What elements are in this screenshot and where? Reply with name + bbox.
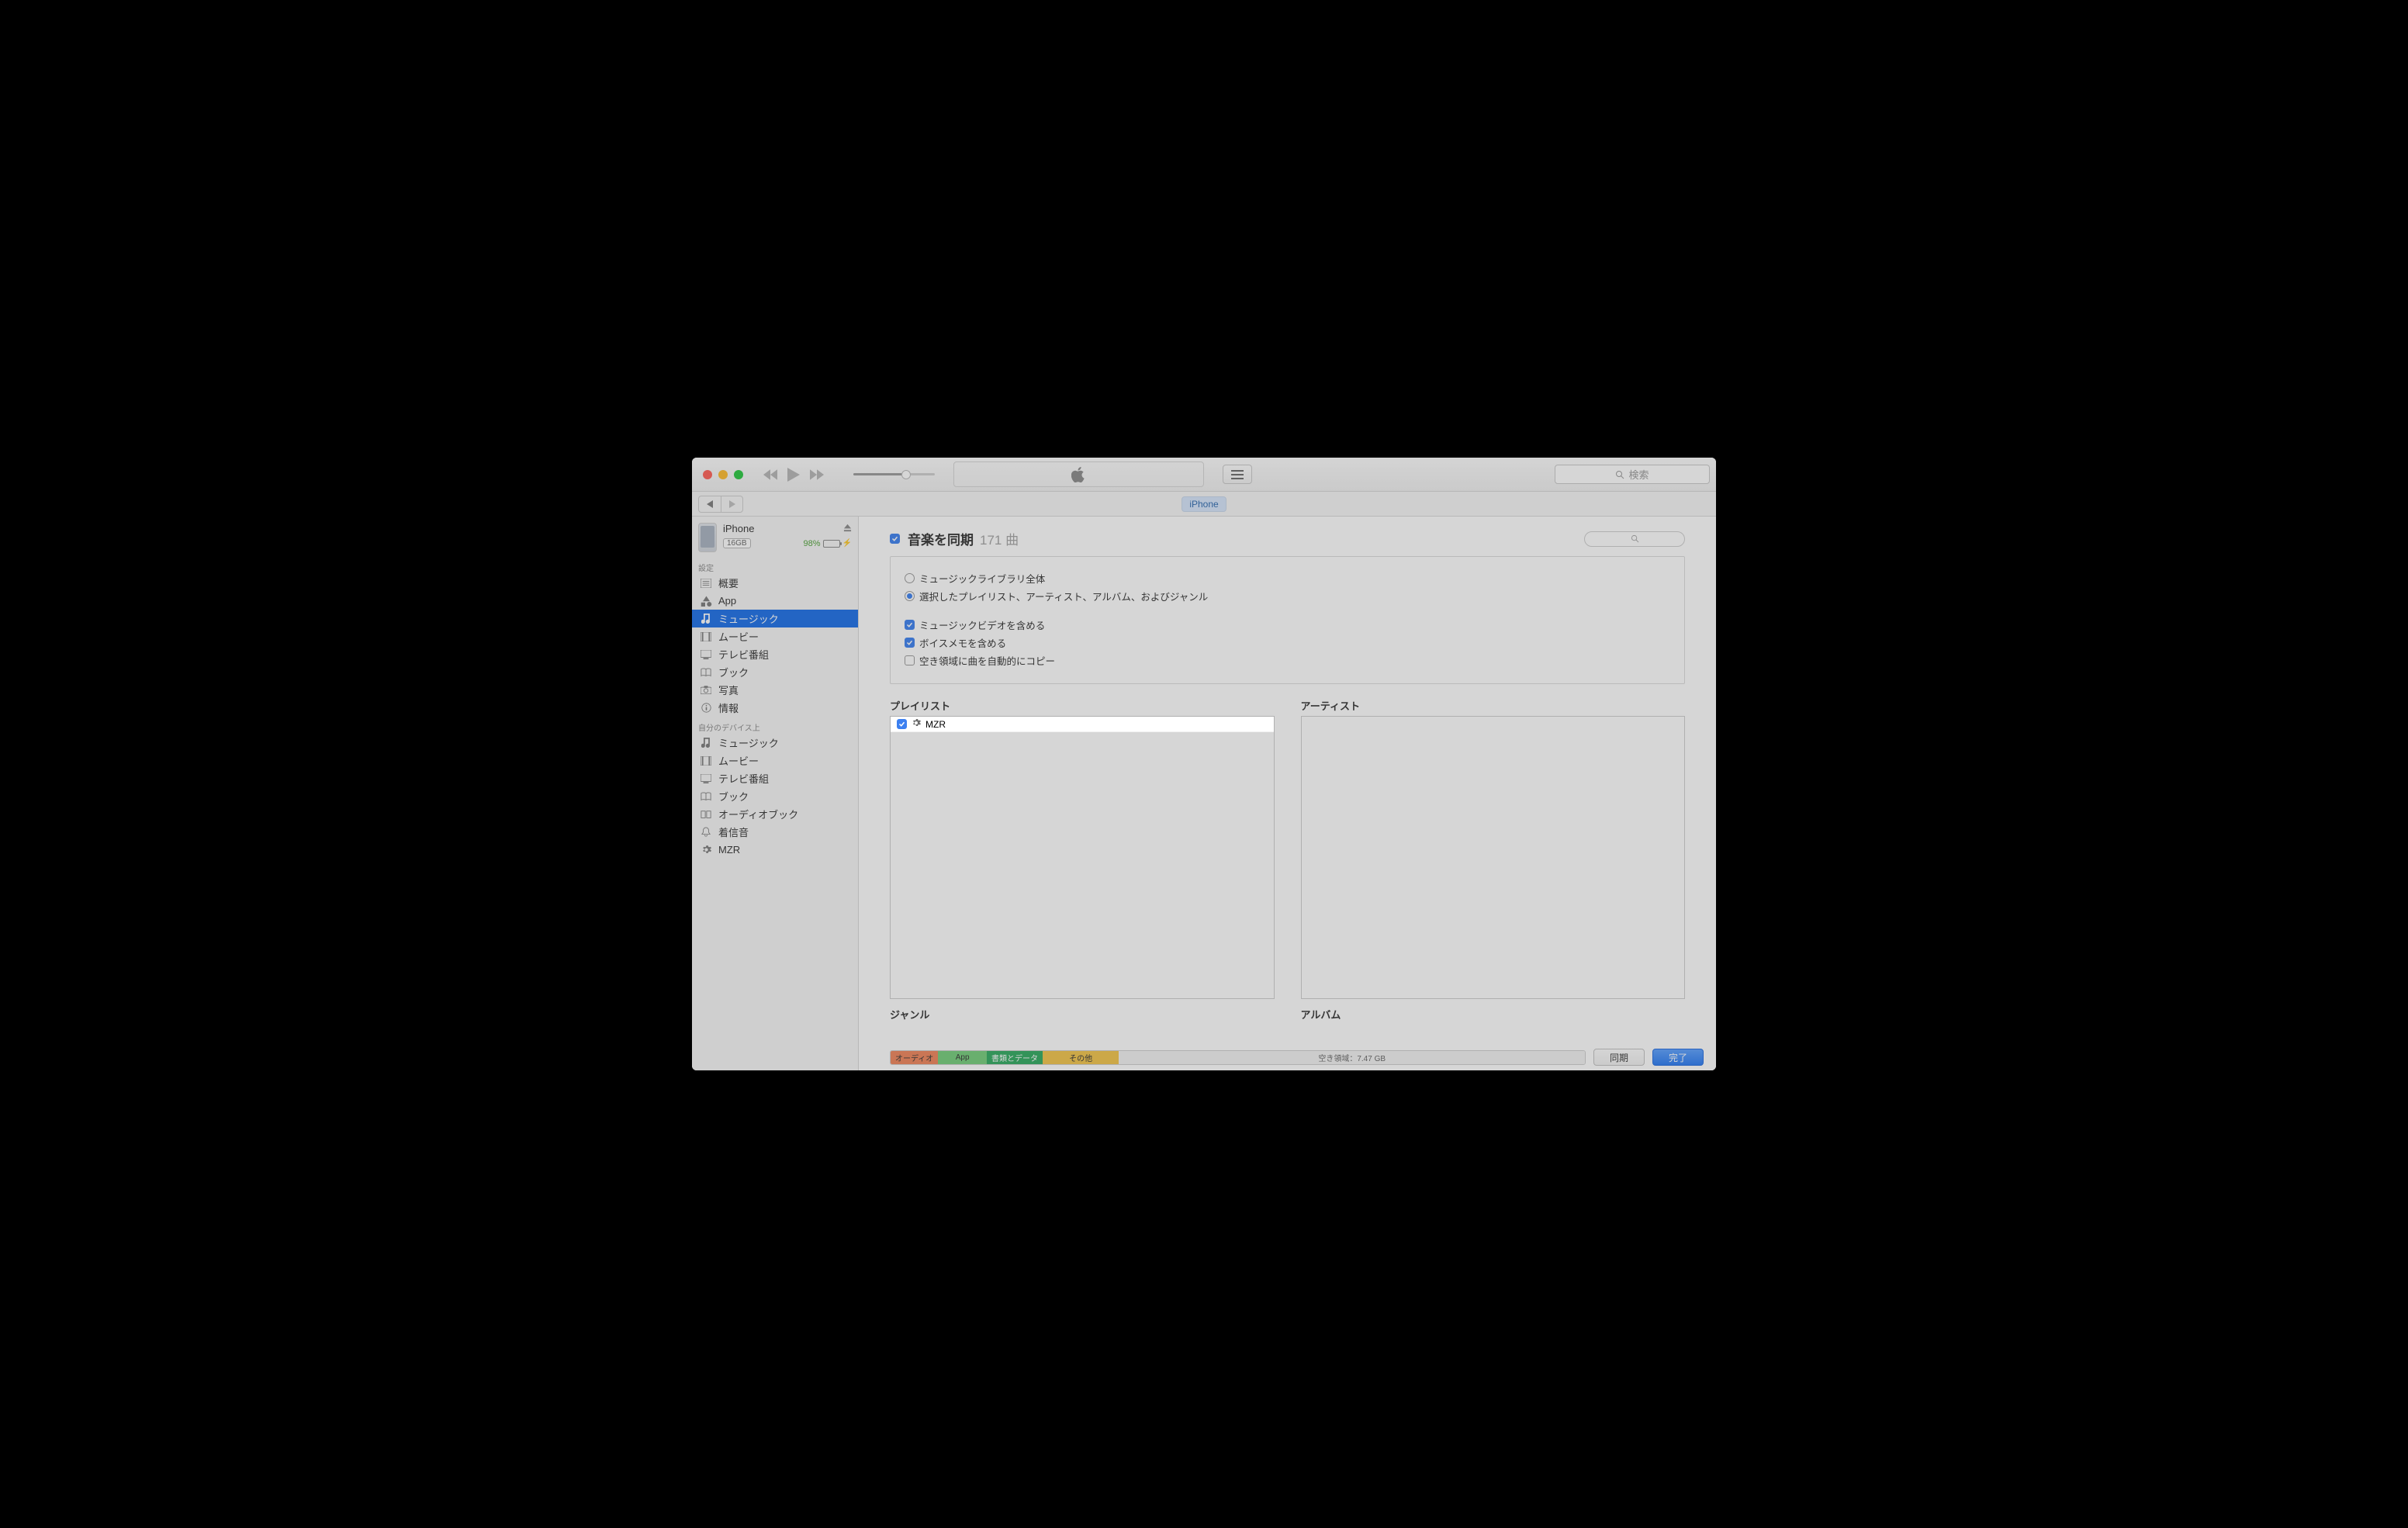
sidebar-item-tv[interactable]: テレビ番組 <box>692 645 858 663</box>
apps-icon <box>700 595 712 607</box>
app-window: 検索 iPhone iPhone <box>692 458 1716 1070</box>
sidebar-item-books[interactable]: ブック <box>692 663 858 681</box>
page-title: 音楽を同期171 曲 <box>908 529 1019 548</box>
sidebar-item-photos[interactable]: 写真 <box>692 681 858 699</box>
charging-icon: ⚡ <box>842 539 852 548</box>
next-track-icon[interactable] <box>810 469 824 480</box>
traffic-lights <box>703 470 743 479</box>
sidebar: iPhone 16GB 98% ⚡ <box>692 517 859 1070</box>
previous-track-icon[interactable] <box>763 469 777 480</box>
lcd-display <box>953 462 1204 487</box>
artists-heading: アーティスト <box>1301 698 1686 713</box>
check-include-music-video[interactable]: ミュージックビデオを含める <box>905 617 1670 632</box>
sidebar-item-od-mzr[interactable]: MZR <box>692 841 858 859</box>
device-thumbnail-icon <box>698 523 717 552</box>
minimize-window-button[interactable] <box>718 470 728 479</box>
smart-playlist-icon <box>700 844 712 856</box>
content-pane: 音楽を同期171 曲 ミュージックライブラリ全体 選択したプレイリスト、アーティ… <box>859 517 1716 1070</box>
music-icon <box>700 737 712 749</box>
playlist-row[interactable]: MZR <box>891 717 1274 732</box>
info-icon <box>700 702 712 714</box>
tv-icon <box>700 773 712 785</box>
device-name: iPhone <box>723 523 754 534</box>
albums-heading: アルバム <box>1301 1007 1686 1022</box>
device-summary: iPhone 16GB 98% ⚡ <box>692 520 858 557</box>
sidebar-item-od-audiobooks[interactable]: オーディオブック <box>692 805 858 823</box>
sync-button[interactable]: 同期 <box>1593 1049 1645 1066</box>
artists-panel: アーティスト <box>1301 692 1686 999</box>
audiobook-icon <box>700 808 712 821</box>
genres-heading: ジャンル <box>890 1007 1275 1022</box>
sidebar-item-od-books[interactable]: ブック <box>692 787 858 805</box>
playlists-list[interactable]: MZR <box>890 716 1275 999</box>
capacity-seg-apps: App <box>938 1051 987 1064</box>
maximize-window-button[interactable] <box>734 470 743 479</box>
movie-icon <box>700 755 712 767</box>
content-search[interactable] <box>1584 531 1685 547</box>
battery-status: 98% ⚡ <box>804 539 852 548</box>
device-tab[interactable]: iPhone <box>1182 496 1226 512</box>
sidebar-item-od-music[interactable]: ミュージック <box>692 734 858 752</box>
eject-icon[interactable] <box>843 523 852 534</box>
sidebar-header-settings: 設定 <box>698 562 858 573</box>
capacity-bar: オーディオ App 書類とデータ その他 空き領域：7.47 GB <box>890 1050 1586 1065</box>
check-autofill-free-space[interactable]: 空き領域に曲を自動的にコピー <box>905 653 1670 668</box>
volume-slider[interactable] <box>853 473 935 475</box>
playlist-name: MZR <box>925 719 946 730</box>
nav-arrows <box>698 496 743 513</box>
tv-icon <box>700 648 712 661</box>
sidebar-item-od-ringtones[interactable]: 着信音 <box>692 823 858 841</box>
sidebar-item-od-movies[interactable]: ムービー <box>692 752 858 769</box>
playlist-checkbox[interactable] <box>897 719 907 729</box>
search-placeholder: 検索 <box>1628 467 1649 482</box>
sidebar-item-info[interactable]: 情報 <box>692 699 858 717</box>
capacity-seg-docs: 書類とデータ <box>987 1051 1043 1064</box>
sidebar-item-summary[interactable]: 概要 <box>692 574 858 592</box>
capacity-seg-free: 空き領域：7.47 GB <box>1119 1051 1585 1064</box>
storage-badge: 16GB <box>723 538 751 548</box>
sidebar-item-od-tv[interactable]: テレビ番組 <box>692 769 858 787</box>
capacity-seg-other: その他 <box>1043 1051 1119 1064</box>
radio-entire-library[interactable]: ミュージックライブラリ全体 <box>905 571 1670 586</box>
sidebar-header-ondevice: 自分のデバイス上 <box>698 721 858 733</box>
artists-list[interactable] <box>1301 716 1686 999</box>
location-bar: iPhone <box>692 492 1716 517</box>
music-icon <box>700 613 712 625</box>
playback-controls <box>763 468 824 482</box>
titlebar: 検索 <box>692 458 1716 492</box>
sync-music-checkbox[interactable] <box>890 534 900 544</box>
nav-forward-button[interactable] <box>721 496 742 512</box>
movie-icon <box>700 631 712 643</box>
done-button[interactable]: 完了 <box>1652 1049 1704 1066</box>
sidebar-item-music[interactable]: ミュージック <box>692 610 858 627</box>
search-icon <box>1631 534 1639 543</box>
book-icon <box>700 666 712 679</box>
book-icon <box>700 790 712 803</box>
play-icon[interactable] <box>787 468 801 482</box>
footer-bar: オーディオ App 書類とデータ その他 空き領域：7.47 GB 同期 完了 <box>859 1049 1716 1066</box>
check-include-voice-memos[interactable]: ボイスメモを含める <box>905 635 1670 650</box>
sidebar-item-apps[interactable]: App <box>692 592 858 610</box>
list-view-icon <box>1231 470 1244 479</box>
smart-playlist-icon <box>912 718 921 730</box>
search-icon <box>1615 470 1624 479</box>
view-mode-button[interactable] <box>1223 465 1252 484</box>
close-window-button[interactable] <box>703 470 712 479</box>
sync-options: ミュージックライブラリ全体 選択したプレイリスト、アーティスト、アルバム、および… <box>890 556 1685 684</box>
playlists-heading: プレイリスト <box>890 698 1275 713</box>
search-field[interactable]: 検索 <box>1555 465 1710 484</box>
radio-selected-items[interactable]: 選択したプレイリスト、アーティスト、アルバム、およびジャンル <box>905 589 1670 603</box>
capacity-seg-audio: オーディオ <box>891 1051 938 1064</box>
playlists-panel: プレイリスト MZR <box>890 692 1275 999</box>
camera-icon <box>700 684 712 697</box>
sidebar-item-movies[interactable]: ムービー <box>692 627 858 645</box>
summary-icon <box>700 577 712 589</box>
nav-back-button[interactable] <box>699 496 721 512</box>
bell-icon <box>700 826 712 838</box>
apple-logo-icon <box>1071 467 1085 482</box>
